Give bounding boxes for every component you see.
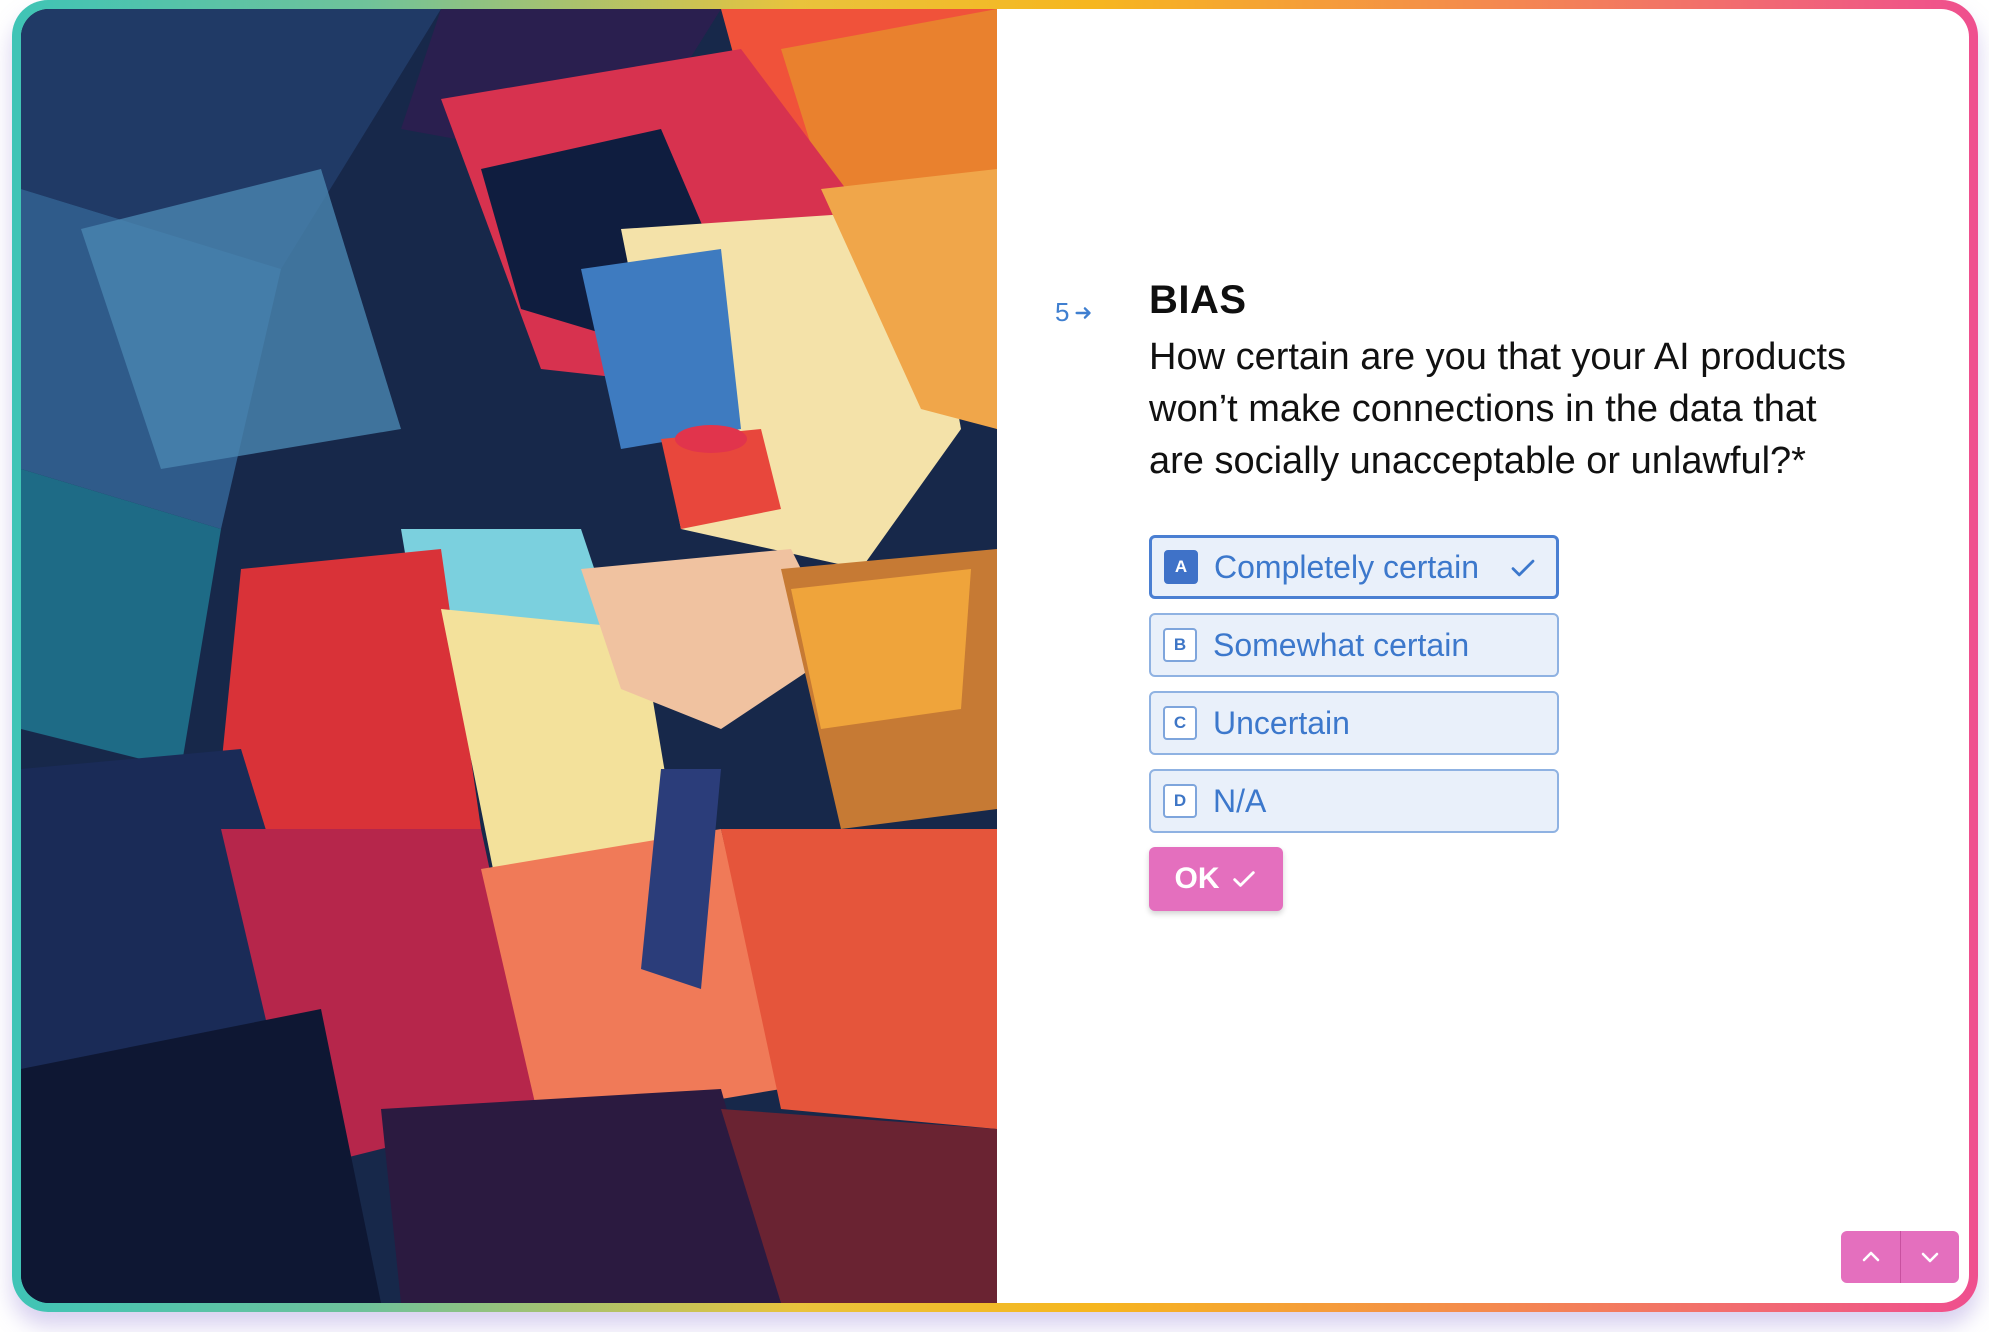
question-text: How certain are you that your AI product… [1149,336,1847,482]
check-icon [1511,559,1535,577]
question-navigation [1841,1231,1959,1283]
form-card-frame: 5 BIAS How certain are you that your AI … [12,0,1978,1312]
question-number: 5 [1055,297,1095,328]
option-key-a: A [1164,550,1198,584]
ok-button[interactable]: OK [1149,847,1283,911]
option-d[interactable]: D N/A [1149,769,1559,833]
option-label-d: N/A [1213,782,1267,819]
option-key-b: B [1163,628,1197,662]
ok-button-label: OK [1174,862,1220,895]
next-question-button[interactable] [1900,1231,1959,1283]
check-icon [1232,871,1255,887]
option-label-b: Somewhat certain [1213,626,1470,663]
option-key-c: C [1163,706,1197,740]
illustration-image [21,9,997,1303]
chevron-up-icon [1862,1251,1879,1262]
answer-options: A Completely certain B Somewhat certain … [1149,535,1935,833]
question-block: 5 BIAS How certain are you that your AI … [1055,269,1935,911]
previous-question-button[interactable] [1841,1231,1900,1283]
option-b[interactable]: B Somewhat certain [1149,613,1559,677]
cubist-woman-illustration [21,9,997,1303]
option-label-c: Uncertain [1213,704,1350,741]
form-card: 5 BIAS How certain are you that your AI … [21,9,1969,1303]
option-label-a: Completely certain [1214,548,1479,585]
option-key-d: D [1163,784,1197,818]
chevron-down-icon [1921,1252,1939,1263]
question-number-text: 5 [1055,297,1070,327]
arrow-right-icon [1075,306,1092,319]
option-c[interactable]: C Uncertain [1149,691,1559,755]
option-a[interactable]: A Completely certain [1149,535,1559,599]
question-title: BIAS [1149,278,1247,322]
